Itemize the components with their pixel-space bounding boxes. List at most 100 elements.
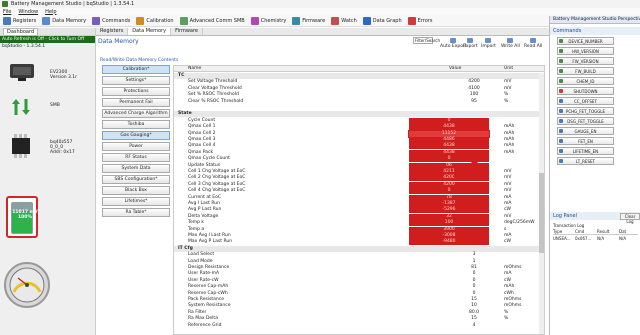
param-value[interactable]: 4 — [424, 323, 534, 329]
class-button[interactable]: RF Status — [102, 153, 170, 162]
auto-refresh-warning[interactable]: Auto Refresh is Off - Click to Turn Off — [0, 36, 95, 43]
table-row[interactable]: Set Voltage Threshold 4200 mV — [174, 79, 539, 85]
table-row[interactable]: Design Resistance 81 mOhms — [174, 265, 539, 271]
command-dsg-fet-toggle-button[interactable]: DSG_FET_TOGGLE — [557, 117, 614, 125]
param-value[interactable]: 32 — [409, 213, 489, 220]
table-row[interactable]: Avg I Last Run -1387 mA — [174, 201, 539, 207]
param-value[interactable]: 4438 — [409, 149, 489, 156]
command-lifetime-en-button[interactable]: LIFETIME_EN — [557, 147, 614, 155]
menu-window[interactable]: Window — [18, 9, 38, 15]
export-button[interactable]: Export — [463, 38, 478, 49]
class-button[interactable]: Protections — [102, 87, 170, 96]
toolbar-errors-button[interactable]: Errors — [407, 16, 432, 25]
command-device-number-button[interactable]: DEVICE_NUMBER — [557, 37, 614, 45]
param-value[interactable] — [424, 105, 534, 111]
table-row[interactable]: Qmax Cell 2 11152 mAh — [174, 129, 539, 138]
command-cc-offset-button[interactable]: CC_OFFSET — [557, 97, 614, 105]
class-button[interactable]: Settings* — [102, 76, 170, 85]
table-row[interactable]: Reference Grid 4 — [174, 323, 539, 329]
param-value[interactable]: 0 — [424, 278, 534, 284]
param-value[interactable]: 4200 — [424, 79, 534, 85]
param-value[interactable]: 4200 — [409, 181, 489, 188]
param-value[interactable]: 0 — [424, 291, 534, 297]
perspective-tab[interactable]: Battery Management Studio Perspective — [550, 16, 640, 24]
table-row[interactable]: Temp a 3900 s — [174, 226, 539, 233]
class-button[interactable]: Permanent Fail — [102, 98, 170, 107]
command-fet-en-button[interactable]: FET_EN — [557, 137, 614, 145]
param-value[interactable]: 3 — [424, 252, 534, 258]
command-pchg-fet-toggle-button[interactable]: PCHG_FET_TOGGLE — [557, 107, 614, 115]
class-button[interactable]: Power — [102, 142, 170, 151]
table-row[interactable]: Qmax Pack 4438 mAh — [174, 149, 539, 156]
menu-file[interactable]: File — [3, 9, 11, 15]
tab-data-memory[interactable]: Data Memory — [128, 28, 172, 35]
param-value[interactable]: 0 — [424, 271, 534, 277]
param-value[interactable]: -9480 — [409, 239, 489, 246]
col-name[interactable]: Name — [188, 66, 201, 72]
param-value[interactable]: 4438 — [409, 143, 489, 150]
table-row[interactable]: Qmax Cell 1 4438 mAh — [174, 124, 539, 131]
command-fw-version-button[interactable]: FW_VERSION — [557, 57, 614, 65]
command-fw-build-button[interactable]: FW_BUILD — [557, 67, 614, 75]
param-value[interactable]: 1 — [424, 259, 534, 265]
param-value[interactable]: 11152 — [408, 129, 490, 138]
command-lt-reset-button[interactable]: LT_RESET — [557, 157, 614, 165]
tab-dashboard[interactable]: Dashboard — [3, 27, 39, 36]
param-value[interactable]: 4438 — [409, 124, 489, 131]
table-row[interactable]: Ra Max Delta 15% — [174, 316, 539, 322]
battery-widget[interactable]: 11017 mV 100% — [6, 196, 38, 238]
param-value[interactable]: 0 — [424, 284, 534, 290]
tab-registers[interactable]: Registers — [96, 28, 129, 35]
param-value[interactable]: -5296 — [409, 207, 489, 214]
class-button[interactable]: Lifetimes* — [102, 197, 170, 206]
table-row[interactable]: Current at EoC 78 mA — [174, 194, 539, 201]
param-value[interactable]: 0 — [409, 117, 489, 124]
table-row[interactable]: Cell 4 Chg Voltage at EoC 0 mV — [174, 188, 539, 195]
table-row[interactable]: Ra Filter 80.0% — [174, 310, 539, 316]
table-row[interactable]: Delta Voltage 32 mV — [174, 213, 539, 220]
table-row[interactable]: User Rate-mA 0 mA — [174, 271, 539, 277]
command-hw-version-button[interactable]: HW_VERSION — [557, 47, 614, 55]
class-button[interactable]: Ra Table* — [102, 208, 170, 217]
read-all-button[interactable]: Read All — [524, 38, 542, 49]
table-row[interactable]: Reserve Cap-mAh 0 mAh — [174, 284, 539, 290]
clear-log-button[interactable]: Clear Log — [620, 213, 640, 224]
write-all-button[interactable]: Write All — [501, 38, 520, 49]
import-button[interactable]: Import — [481, 38, 496, 49]
toolbar-chemistry-button[interactable]: Chemistry — [250, 16, 286, 25]
toolbar-data-memory-button[interactable]: Data Memory — [42, 16, 86, 25]
col-unit[interactable]: Unit — [504, 66, 513, 72]
class-button[interactable]: Gas Gauging* — [102, 131, 170, 140]
grid-scrollbar[interactable] — [539, 73, 544, 334]
table-row[interactable]: Temp k 100 degC/256mW — [174, 220, 539, 227]
class-button[interactable]: SBS Configuration* — [102, 175, 170, 184]
toolbar-advanced-comm-smb-button[interactable]: Advanced Comm SMB — [179, 16, 245, 25]
toolbar-registers-button[interactable]: Registers — [3, 16, 36, 25]
table-row[interactable]: Update Status 06 — [174, 162, 539, 169]
param-value[interactable]: 78 — [409, 194, 489, 201]
table-row[interactable]: Load Select 3 — [174, 252, 539, 258]
class-button[interactable]: Calibration* — [102, 65, 170, 74]
table-row[interactable]: Qmax Cell 3 4486 mAh — [174, 137, 539, 143]
table-row[interactable]: Avg P Last Run -5296 cW — [174, 207, 539, 214]
gauge-chip-icon[interactable] — [6, 130, 36, 160]
table-row[interactable]: Cell 2 Chg Voltage at EoC 4200 mV — [174, 175, 539, 182]
class-button[interactable]: Toshiba — [102, 120, 170, 129]
class-button[interactable]: Advanced Charge Algorithm — [102, 109, 170, 118]
command-gauge-en-button[interactable]: GAUGE_EN — [557, 127, 614, 135]
table-row[interactable]: Cycle Count 0 — [174, 117, 539, 124]
filter-search-input[interactable]: Filter/Search — [413, 37, 440, 44]
table-row[interactable] — [174, 105, 539, 111]
table-row[interactable]: User Rate-cW 0 cW — [174, 278, 539, 284]
class-button[interactable]: System Data — [102, 164, 170, 173]
table-row[interactable]: Clear % RSOC Threshold 95% — [174, 99, 539, 105]
table-row[interactable]: Qmax Cycle Count 0 — [174, 156, 539, 163]
param-value[interactable]: 3900 — [409, 226, 489, 233]
param-value[interactable]: 100 — [424, 92, 534, 98]
param-value[interactable]: 4100 — [424, 86, 534, 92]
col-value[interactable]: Value — [449, 66, 461, 72]
param-value[interactable]: 95 — [424, 99, 534, 105]
table-row[interactable]: Cell 3 Chg Voltage at EoC 4200 mV — [174, 181, 539, 188]
param-value[interactable]: 100 — [409, 220, 489, 227]
command-chem-id-button[interactable]: CHEM_ID — [557, 77, 614, 85]
